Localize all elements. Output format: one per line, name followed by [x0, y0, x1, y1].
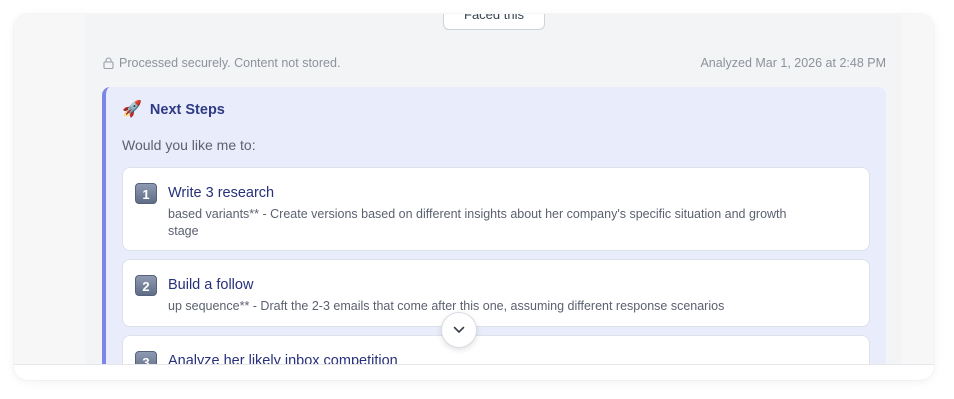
- next-steps-box: 🚀 Next Steps Would you like me to: 1 Wri…: [102, 87, 886, 380]
- privacy-text: Processed securely. Content not stored.: [119, 56, 341, 70]
- rocket-icon: 🚀: [122, 101, 142, 118]
- analyzed-timestamp: Analyzed Mar 1, 2026 at 2:48 PM: [700, 56, 886, 70]
- option-title: Build a follow: [168, 277, 254, 293]
- response-panel: Faced this Processed securely. Content n…: [86, 14, 902, 380]
- option-description: based variants** - Create versions based…: [168, 207, 787, 238]
- option-description: up sequence** - Draft the 2-3 emails tha…: [168, 299, 725, 313]
- next-steps-intro: Would you like me to:: [122, 137, 256, 153]
- number-badge: 2: [135, 275, 157, 296]
- top-action-button[interactable]: Faced this: [443, 14, 545, 30]
- number-badge: 1: [135, 183, 157, 204]
- privacy-note: Processed securely. Content not stored.: [103, 56, 340, 70]
- list-item[interactable]: 1 Write 3 research based variants** - Cr…: [122, 167, 870, 251]
- option-title: Write 3 research: [168, 185, 275, 201]
- next-steps-heading: 🚀 Next Steps: [122, 101, 225, 119]
- next-steps-title: Next Steps: [149, 102, 225, 118]
- scroll-down-button[interactable]: [441, 312, 477, 348]
- bottom-edge: [14, 364, 934, 380]
- chevron-down-icon: [453, 326, 465, 333]
- lock-icon: [103, 57, 114, 69]
- list-item[interactable]: 2 Build a follow up sequence** - Draft t…: [122, 259, 870, 327]
